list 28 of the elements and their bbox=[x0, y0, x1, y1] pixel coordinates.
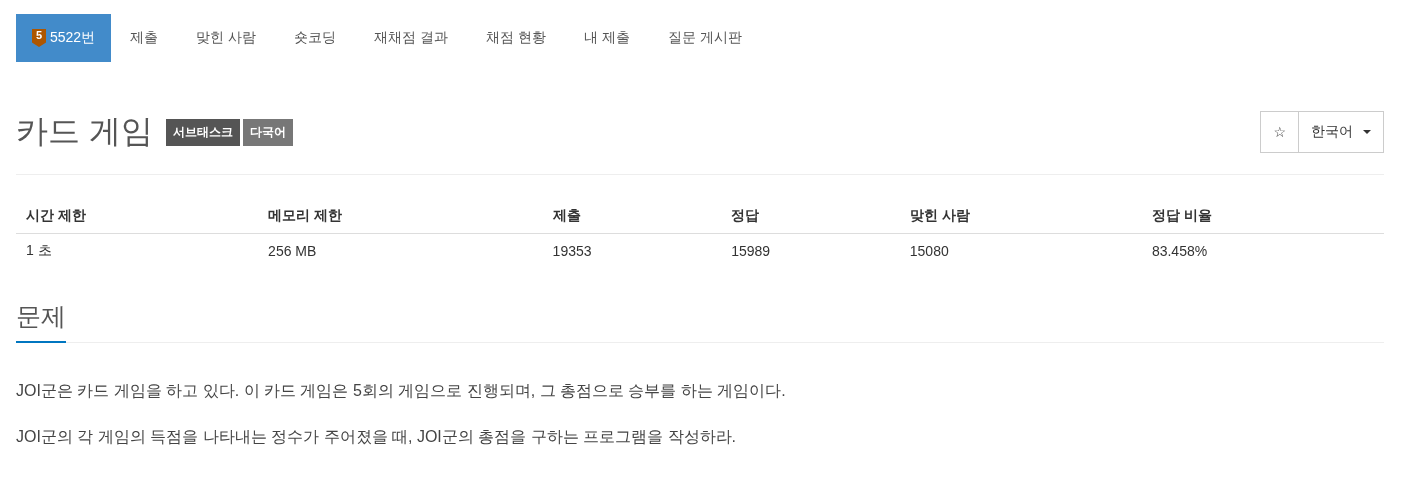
problem-title: 카드 게임 bbox=[16, 112, 153, 151]
column-header: 맞힌 사람 bbox=[899, 199, 1142, 234]
nav-tab[interactable]: 채점 현황 bbox=[466, 14, 565, 62]
column-header: 정답 비율 bbox=[1141, 199, 1384, 234]
tier-badge-icon: 5 bbox=[32, 29, 46, 47]
nav-tab[interactable]: 질문 게시판 bbox=[648, 14, 761, 62]
column-header: 제출 bbox=[542, 199, 722, 234]
column-header: 시간 제한 bbox=[16, 199, 259, 234]
nav-tab[interactable]: 맞힌 사람 bbox=[177, 14, 276, 62]
section-heading: 문제 bbox=[16, 300, 66, 343]
table-cell: 256 MB bbox=[258, 233, 543, 268]
problem-text: JOI군은 카드 게임을 하고 있다. 이 카드 게임은 5회의 게임으로 진행되며, 그 총점으로 승부를 하는 게임이다. bbox=[16, 381, 787, 401]
tag-label[interactable]: 다국어 bbox=[242, 118, 293, 146]
nav-tab[interactable]: 숏코딩 bbox=[275, 14, 356, 62]
column-header: 정답 bbox=[721, 199, 900, 234]
table-cell: 1 초 bbox=[16, 233, 259, 268]
table-cell: 83.458% bbox=[1141, 233, 1384, 268]
table-cell: 15080 bbox=[899, 233, 1142, 268]
nav-tab[interactable]: 재채점 결과 bbox=[355, 14, 467, 62]
table-cell: 15989 bbox=[721, 233, 900, 268]
tag-label[interactable]: 서브태스크 bbox=[165, 118, 240, 146]
nav-tab[interactable]: 제출 bbox=[111, 14, 178, 62]
column-header: 메모리 제한 bbox=[258, 199, 543, 234]
nav-tab[interactable]: 내 제출 bbox=[564, 14, 649, 62]
caret-icon bbox=[1363, 130, 1371, 134]
problem-text: JOI군의 각 게임의 득점을 나타내는 정수가 주어졌을 때, JOI군의 총점을 구하는 프로그램을 작성하라. bbox=[16, 427, 737, 447]
table-cell: 19353 bbox=[542, 233, 722, 268]
nav-tab[interactable]: 5 5522번 bbox=[16, 14, 112, 62]
